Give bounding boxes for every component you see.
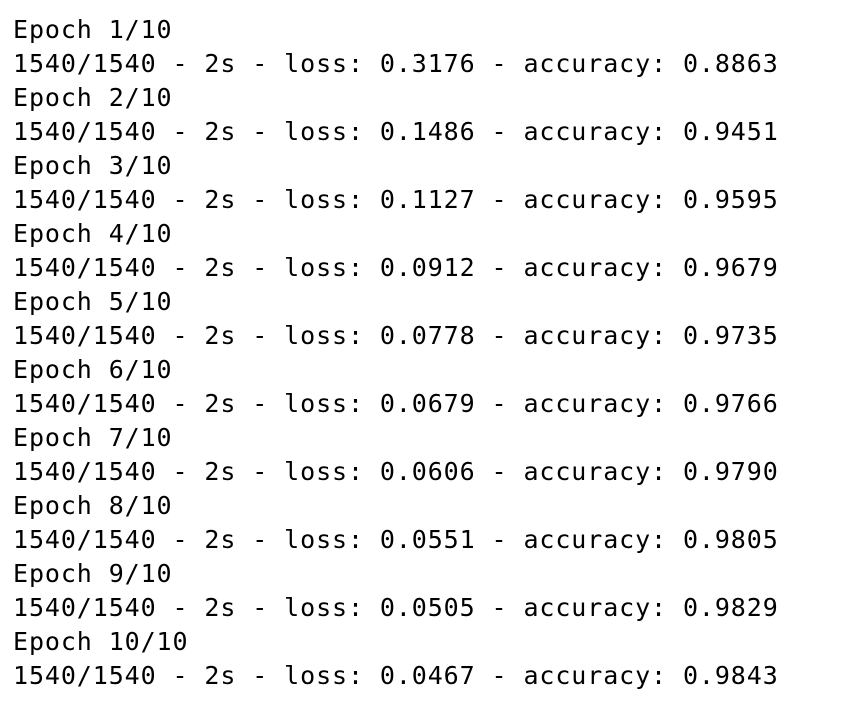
epoch-header-line: Epoch 2/10 [13, 83, 173, 112]
epoch-header-line: Epoch 6/10 [13, 355, 173, 384]
epoch-metrics-line: 1540/1540 - 2s - loss: 0.0912 - accuracy… [13, 253, 779, 282]
epoch-metrics-line: 1540/1540 - 2s - loss: 0.0551 - accuracy… [13, 525, 779, 554]
epoch-metrics-line: 1540/1540 - 2s - loss: 0.0606 - accuracy… [13, 457, 779, 486]
epoch-header-line: Epoch 3/10 [13, 151, 173, 180]
training-log: Epoch 1/10 1540/1540 - 2s - loss: 0.3176… [13, 13, 779, 693]
epoch-metrics-line: 1540/1540 - 2s - loss: 0.1127 - accuracy… [13, 185, 779, 214]
epoch-header-line: Epoch 4/10 [13, 219, 173, 248]
epoch-metrics-line: 1540/1540 - 2s - loss: 0.0778 - accuracy… [13, 321, 779, 350]
epoch-header-line: Epoch 8/10 [13, 491, 173, 520]
epoch-metrics-line: 1540/1540 - 2s - loss: 0.0679 - accuracy… [13, 389, 779, 418]
epoch-metrics-line: 1540/1540 - 2s - loss: 0.3176 - accuracy… [13, 49, 779, 78]
epoch-header-line: Epoch 7/10 [13, 423, 173, 452]
epoch-header-line: Epoch 1/10 [13, 15, 173, 44]
epoch-metrics-line: 1540/1540 - 2s - loss: 0.0467 - accuracy… [13, 661, 779, 690]
epoch-metrics-line: 1540/1540 - 2s - loss: 0.1486 - accuracy… [13, 117, 779, 146]
training-log-output: Epoch 1/10 1540/1540 - 2s - loss: 0.3176… [0, 0, 862, 706]
epoch-header-line: Epoch 9/10 [13, 559, 173, 588]
epoch-header-line: Epoch 5/10 [13, 287, 173, 316]
epoch-header-line: Epoch 10/10 [13, 627, 189, 656]
epoch-metrics-line: 1540/1540 - 2s - loss: 0.0505 - accuracy… [13, 593, 779, 622]
